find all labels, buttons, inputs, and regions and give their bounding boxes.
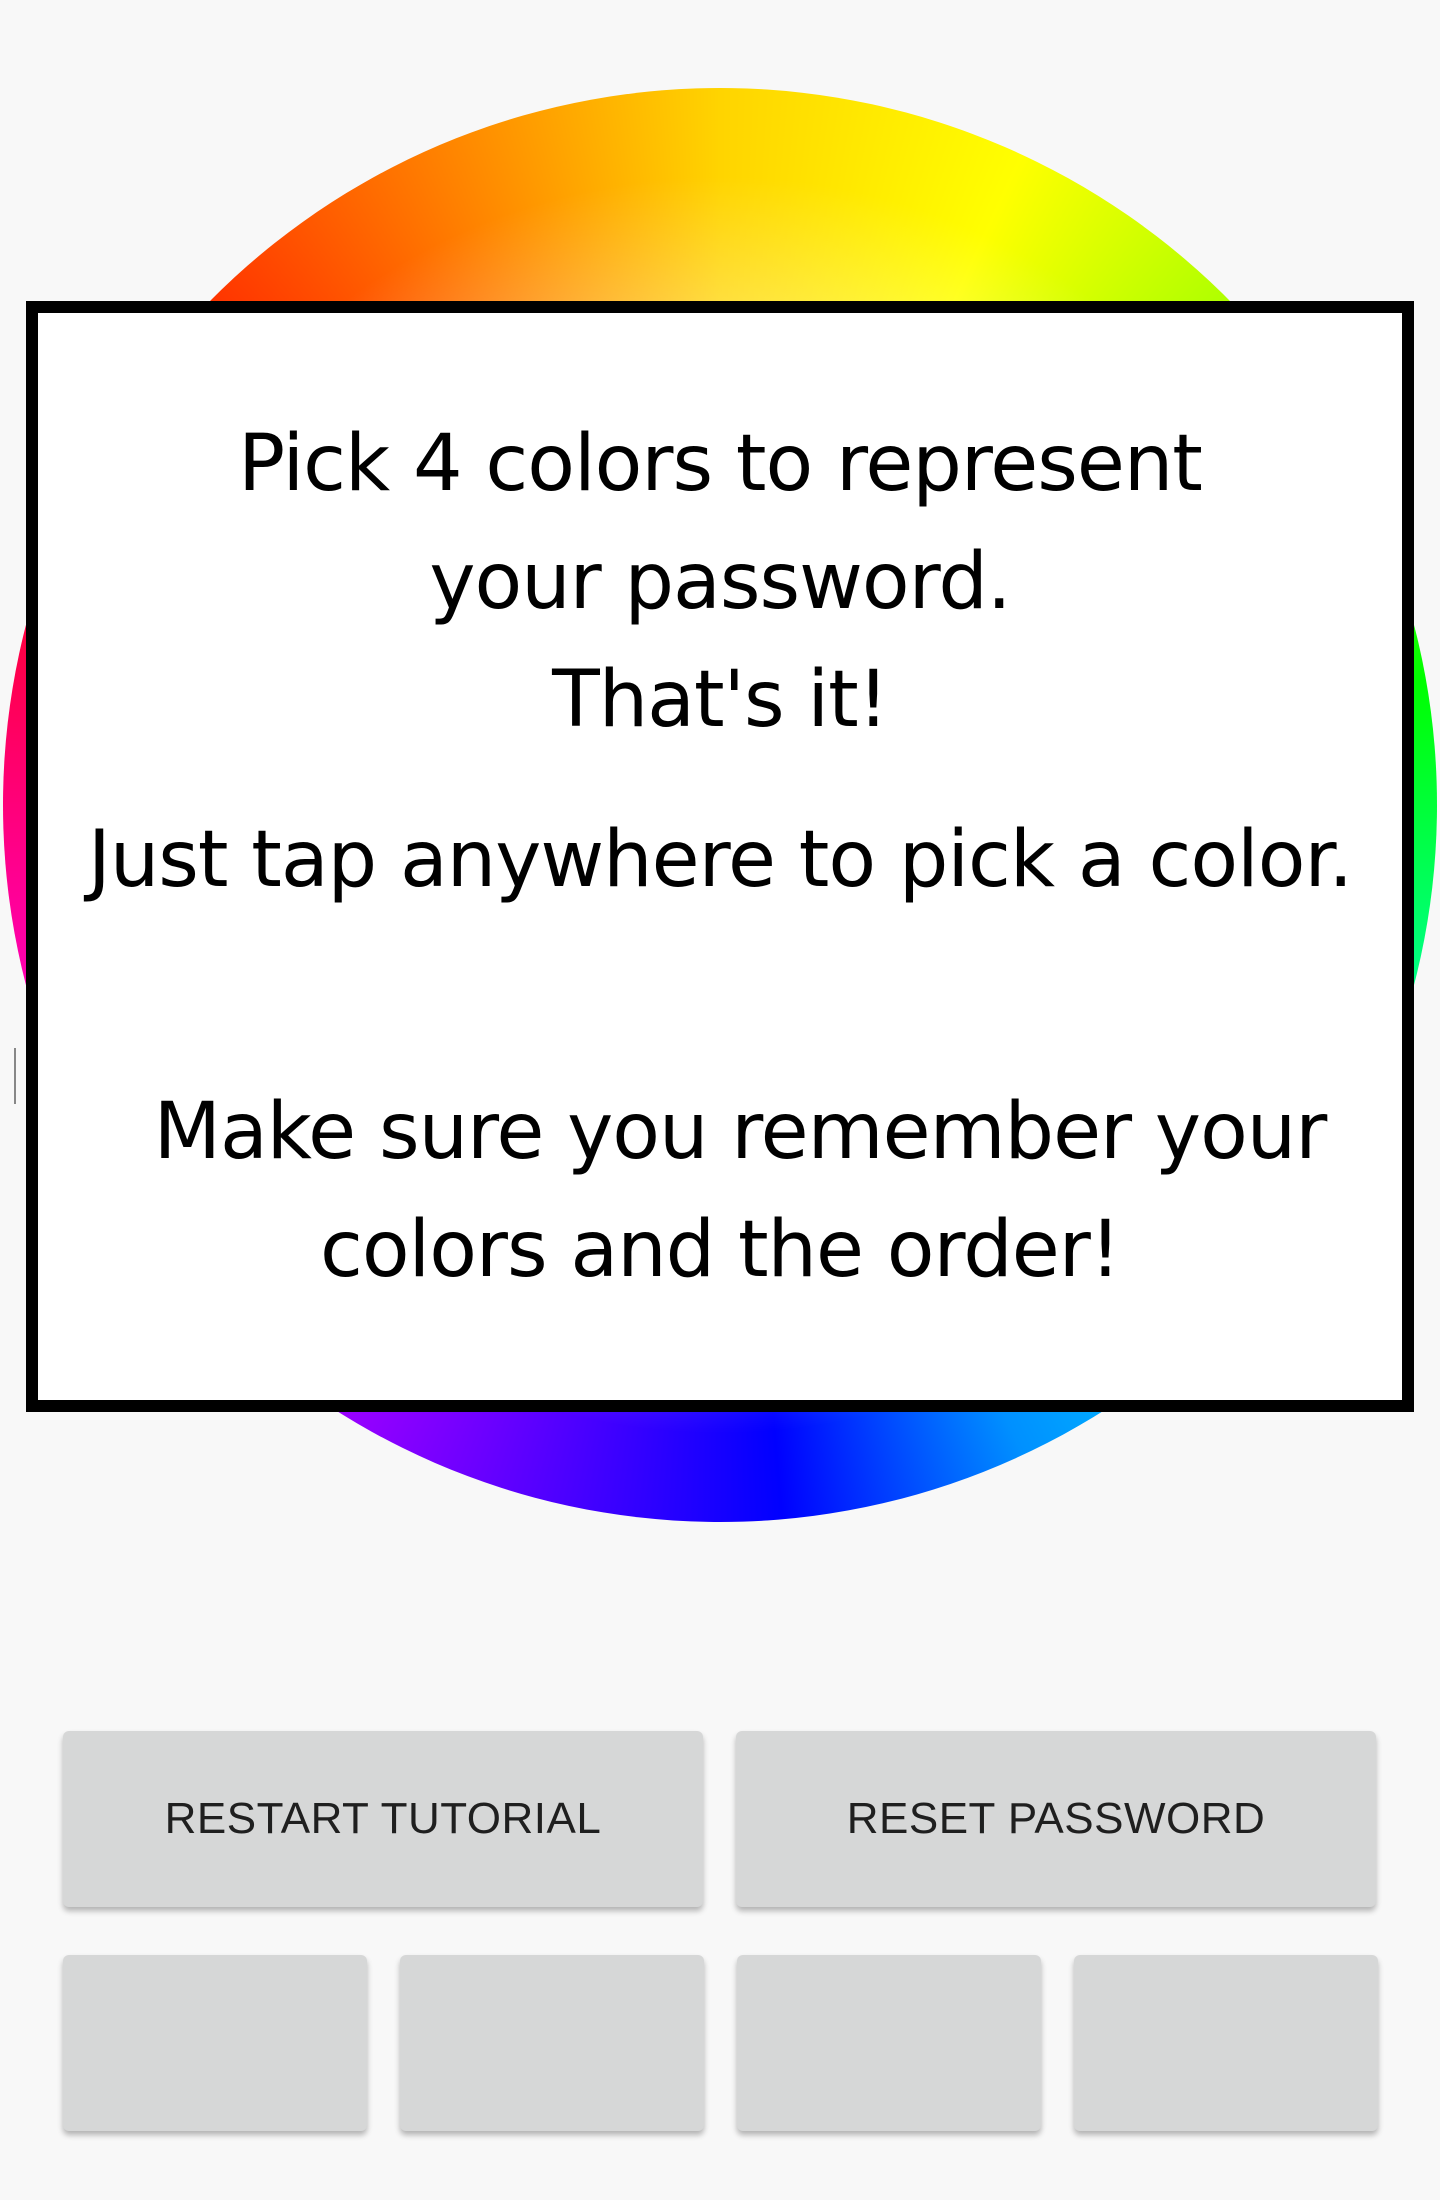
- dialog-line-3: That's it!: [552, 655, 889, 745]
- tutorial-dialog[interactable]: Pick 4 colors to represent your password…: [26, 301, 1414, 1412]
- dialog-line-2: your password.: [429, 537, 1011, 627]
- reset-password-button[interactable]: RESET PASSWORD: [736, 1731, 1376, 1907]
- dialog-line-4: Just tap anywhere to pick a color.: [87, 815, 1353, 905]
- color-slot-1[interactable]: [63, 1955, 367, 2131]
- dialog-line-1: Pick 4 colors to represent: [238, 419, 1203, 509]
- dialog-line-5: Make sure you remember your: [153, 1087, 1328, 1177]
- color-slot-4[interactable]: [1074, 1955, 1378, 2131]
- dialog-line-6: colors and the order!: [319, 1205, 1121, 1295]
- restart-tutorial-button[interactable]: RESTART TUTORIAL: [63, 1731, 703, 1907]
- color-slot-3[interactable]: [737, 1955, 1041, 2131]
- edge-marker: [14, 1048, 16, 1104]
- color-slot-2[interactable]: [400, 1955, 704, 2131]
- color-password-screen: Pick 4 colors to represent your password…: [0, 0, 1440, 2200]
